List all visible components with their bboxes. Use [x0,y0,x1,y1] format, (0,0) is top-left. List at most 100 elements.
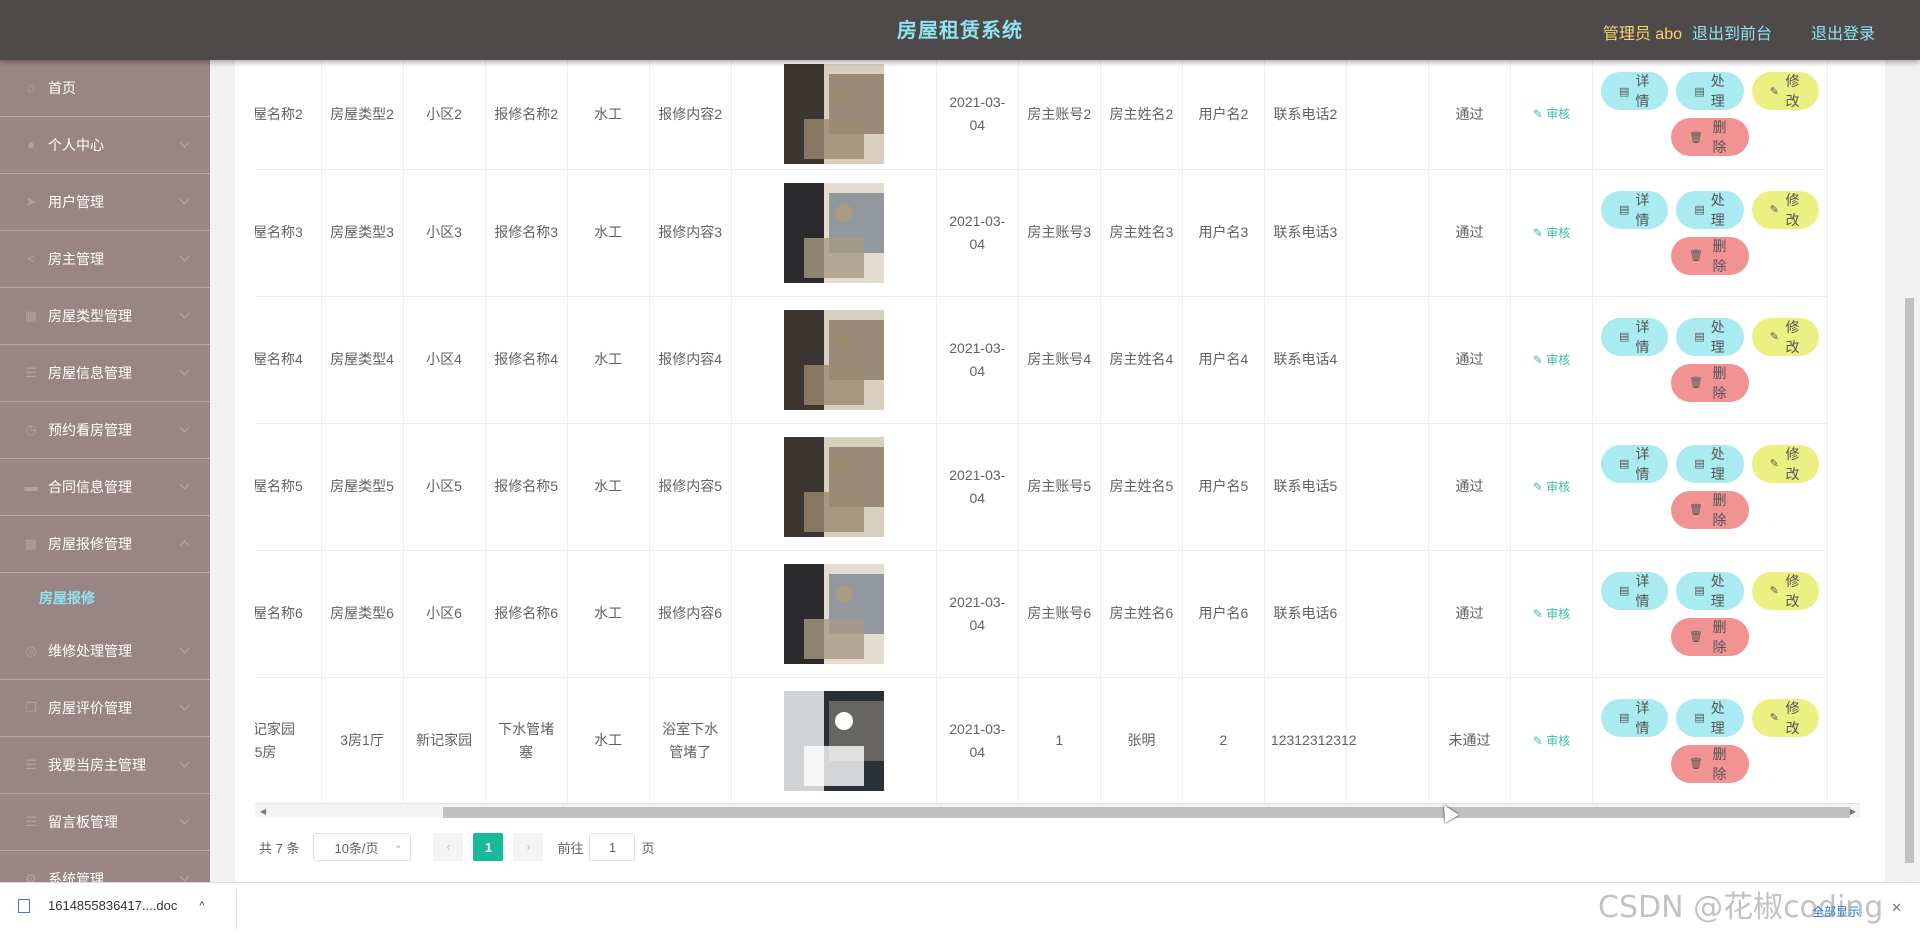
cell-owner_name: 房主姓名6 [1100,550,1183,678]
cell-phone: 12312312312 [1264,677,1357,805]
chevron-up-icon[interactable]: ^ [199,900,204,912]
sidebar-item-become-owner[interactable]: ☰ 我要当房主管理 [0,737,210,794]
handle-button[interactable]: ▤ 处理 [1676,72,1744,111]
cell-text: 房屋类型3 [330,224,394,240]
vertical-scrollbar[interactable] [1901,60,1917,882]
sidebar-subitem-repair[interactable]: 房屋报修 [0,573,210,623]
close-icon[interactable]: ✕ [1891,900,1902,916]
repair-photo[interactable] [783,182,884,283]
detail-button[interactable]: ▤ 详情 [1601,444,1669,483]
handle-button[interactable]: ▤ 处理 [1676,444,1744,483]
delete-button[interactable]: 🗑 删除 [1671,118,1750,157]
edit-button[interactable]: ✎ 修改 [1751,72,1820,111]
detail-label: 详情 [1635,318,1650,355]
repair-photo[interactable] [783,436,884,537]
sidebar-item-house-types[interactable]: ▦ 房屋类型管理 [0,288,210,345]
cell-text: 通过 [1455,351,1484,367]
exit-to-front-link[interactable]: 退出到前台 [1692,20,1772,44]
cell-phone: 联系电话6 [1264,550,1347,678]
sidebar-item-contracts[interactable]: ▬ 合同信息管理 [0,459,210,516]
audit-link[interactable]: ✎ 审核 [1533,226,1570,240]
chevron-up-icon [179,540,190,551]
cell-text: 联系电话4 [1273,351,1338,367]
next-page-button[interactable]: › [513,833,544,861]
cell-actions: ▤ 详情 ▤ 处理 ✎ 修改 🗑 删除 [1592,169,1828,297]
detail-button[interactable]: ▤ 详情 [1601,571,1669,610]
detail-button[interactable]: ▤ 详情 [1601,317,1669,356]
sidebar-item-maintenance[interactable]: ◎ 维修处理管理 [0,623,210,680]
handle-button[interactable]: ▤ 处理 [1676,317,1744,356]
audit-link[interactable]: ✎ 审核 [1533,607,1570,621]
cell-text: 房屋类型2 [330,105,394,122]
edit-icon: ✎ [1532,225,1547,240]
detail-button[interactable]: ▤ 详情 [1601,72,1669,111]
cell-text: 报修名称5 [494,478,558,494]
sidebar-item-house-info[interactable]: ☰ 房屋信息管理 [0,345,210,402]
repair-photo[interactable] [783,309,884,410]
cell-text: 2021-03-04 [949,94,1006,134]
cell-text: 用户名5 [1198,478,1249,494]
edit-button[interactable]: ✎ 修改 [1751,444,1820,483]
scrollbar-thumb[interactable] [443,807,1850,818]
audit-link[interactable]: ✎ 审核 [1533,107,1570,121]
cell-text: 房主账号6 [1027,605,1092,621]
document-icon: ▤ [1619,458,1630,470]
audit-link[interactable]: ✎ 审核 [1533,480,1570,494]
edit-button[interactable]: ✎ 修改 [1751,317,1820,356]
logout-link[interactable]: 退出登录 [1811,20,1875,44]
page-size-select[interactable]: 10条/页 ⌄ [313,833,412,861]
edit-button[interactable]: ✎ 修改 [1751,571,1820,610]
cell-date: 2021-03-04 [936,423,1019,551]
vertical-scrollbar-thumb[interactable] [1905,298,1914,863]
sidebar-item-viewing[interactable]: ◷ 预约看房管理 [0,402,210,459]
paper-plane-icon: ➤ [25,194,37,209]
cell-text: 报修名称2 [494,105,558,122]
detail-button[interactable]: ▤ 详情 [1601,698,1669,737]
cell-text: 房主姓名6 [1109,605,1174,621]
sidebar-item-users[interactable]: ➤ 用户管理 [0,174,210,231]
goto-page-input[interactable]: 1 [589,833,636,861]
repair-photo[interactable] [783,563,884,664]
audit-link[interactable]: ✎ 审核 [1533,734,1570,748]
sidebar-item-personal[interactable]: ● 个人中心 [0,117,210,174]
audit-link[interactable]: ✎ 审核 [1533,353,1570,367]
sidebar-item-reviews[interactable]: ❐ 房屋评价管理 [0,680,210,737]
edit-button[interactable]: ✎ 修改 [1751,698,1820,737]
sidebar-item-home[interactable]: ⌂ 首页 [0,60,210,117]
cell-name: 房屋名称6 [255,550,322,678]
page-number-current[interactable]: 1 [473,833,504,861]
sidebar-item-label: 首页 [48,80,76,96]
scroll-right-icon[interactable]: ▶ [1850,807,1856,816]
handle-button[interactable]: ▤ 处理 [1676,190,1744,229]
delete-label: 删除 [1712,491,1727,528]
scroll-left-icon[interactable]: ◀ [260,807,266,816]
sidebar-item-system[interactable]: ⚙ 系统管理 [0,851,210,882]
cell-text: 报修名称4 [494,351,558,367]
handle-button[interactable]: ▤ 处理 [1676,571,1744,610]
prev-page-button[interactable]: ‹ [433,833,464,861]
delete-button[interactable]: 🗑 删除 [1671,617,1750,656]
document-icon: ▤ [1694,331,1705,343]
pagination: 共 7 条 10条/页 ⌄ ‹ 1 › 前往 1 页 [259,832,655,862]
delete-button[interactable]: 🗑 删除 [1671,744,1750,783]
cell-username: 用户名5 [1182,423,1265,551]
cell-owner_account: 房主账号2 [1018,60,1101,170]
edit-label: 修改 [1785,318,1800,355]
delete-button[interactable]: 🗑 删除 [1671,363,1750,402]
delete-button[interactable]: 🗑 删除 [1671,236,1750,275]
handle-button[interactable]: ▤ 处理 [1676,698,1744,737]
delete-button[interactable]: 🗑 删除 [1671,490,1750,529]
cell-text: 报修内容6 [658,605,723,621]
detail-button[interactable]: ▤ 详情 [1601,190,1669,229]
horizontal-scrollbar[interactable]: ◀ ▶ [255,803,1860,818]
sidebar-item-messages[interactable]: ☰ 留言板管理 [0,794,210,851]
edit-button[interactable]: ✎ 修改 [1751,190,1820,229]
repair-photo[interactable] [783,690,884,791]
download-item[interactable]: 1614855836417....doc ^ [18,898,205,913]
repair-photo[interactable] [783,64,884,165]
sidebar-item-owners[interactable]: < 房主管理 [0,231,210,288]
cell-reply [1346,677,1429,805]
list-icon: ☰ [25,814,37,829]
cell-owner_name: 房主姓名5 [1100,423,1183,551]
sidebar-item-repair-mgmt[interactable]: ▦ 房屋报修管理 [0,516,210,573]
